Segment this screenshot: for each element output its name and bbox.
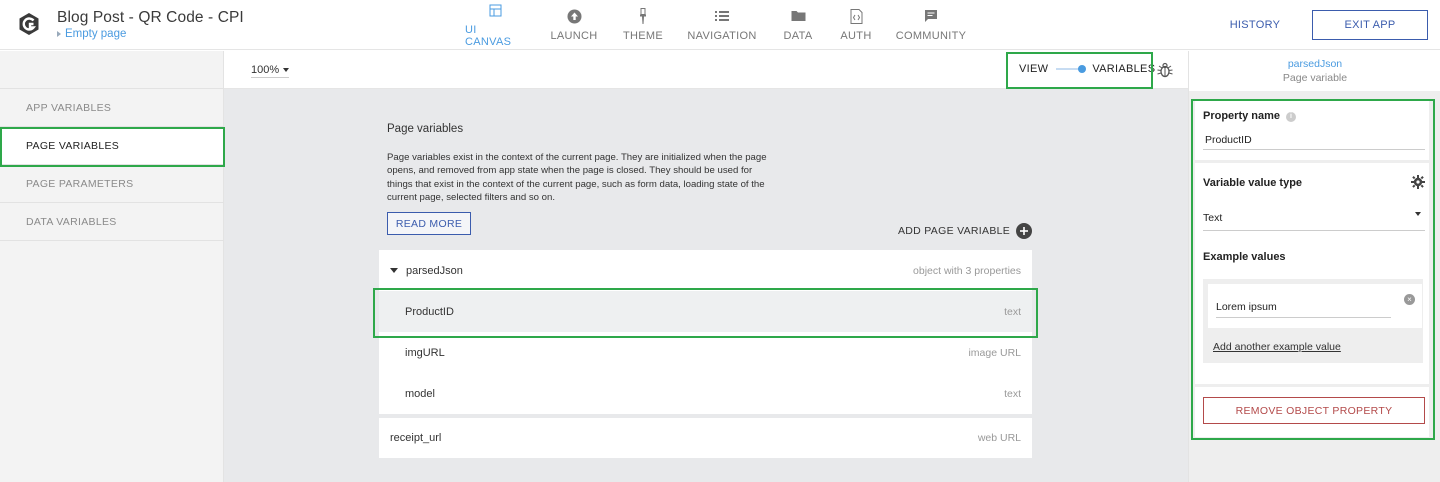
sidebar-item-data-variables[interactable]: DATA VARIABLES — [0, 203, 224, 241]
property-name-label: Property name i — [1203, 110, 1297, 122]
variables-sidebar: APP VARIABLES PAGE VARIABLES PAGE PARAME… — [0, 51, 224, 482]
variable-name: ProductID — [405, 305, 454, 318]
gear-icon[interactable] — [1411, 175, 1425, 189]
value-type-section: Variable value type Text Example values … — [1195, 163, 1429, 384]
page-name: Empty page — [65, 28, 127, 40]
app-logo-icon[interactable] — [17, 12, 41, 36]
property-panel-header: parsedJson Page variable — [1189, 51, 1440, 91]
value-type-value: Text — [1203, 212, 1223, 224]
parent-variable-link[interactable]: parsedJson — [1189, 58, 1440, 70]
view-label: VIEW — [1019, 63, 1049, 75]
top-bar: Blog Post - QR Code - CPI Empty page UI … — [0, 0, 1440, 50]
variable-name: imgURL — [405, 346, 445, 359]
debug-bug-icon[interactable] — [1156, 61, 1174, 79]
variable-type: image URL — [968, 346, 1021, 359]
zoom-select[interactable]: 100% — [251, 64, 290, 78]
variable-row-receipt-url[interactable]: receipt_url web URL — [379, 418, 1032, 458]
variable-type: text — [1004, 387, 1021, 400]
page-variables-title: Page variables — [387, 123, 464, 135]
variable-name: receipt_url — [390, 432, 442, 444]
exit-app-button[interactable]: EXIT APP — [1312, 10, 1428, 40]
property-panel: parsedJson Page variable Property name i … — [1188, 51, 1440, 482]
toggle-knob — [1078, 65, 1087, 73]
nav-ui-canvas[interactable]: UI CANVAS — [465, 0, 525, 50]
nav-auth[interactable]: AUTH — [836, 0, 876, 50]
sidebar-item-app-variables[interactable]: APP VARIABLES — [0, 89, 224, 127]
variable-card-receipt-url: receipt_url web URL — [379, 418, 1032, 458]
read-more-button[interactable]: READ MORE — [387, 212, 471, 235]
close-icon[interactable]: × — [1404, 294, 1415, 305]
folder-icon — [790, 8, 806, 24]
example-value-item: Lorem ipsum × — [1208, 284, 1422, 328]
remove-section: REMOVE OBJECT PROPERTY — [1195, 387, 1429, 437]
nav-navigation[interactable]: NAVIGATION — [686, 0, 758, 50]
variable-row-productid[interactable]: ProductID text — [379, 291, 1032, 332]
variable-type: text — [1004, 305, 1021, 318]
brush-icon — [635, 7, 651, 24]
variable-type: object with 3 properties — [913, 264, 1021, 277]
sidebar-item-page-parameters[interactable]: PAGE PARAMETERS — [0, 165, 224, 203]
variable-card-parsedjson: parsedJson object with 3 properties Prod… — [379, 250, 1032, 414]
example-values-box: Lorem ipsum × Add another example value — [1203, 279, 1423, 363]
variable-row-model[interactable]: model text — [379, 373, 1032, 414]
example-value-input[interactable]: Lorem ipsum — [1216, 301, 1391, 318]
canvas-toolbar: 100% VIEW VARIABLES — [224, 51, 1188, 89]
code-file-icon — [848, 8, 864, 24]
property-name-section: Property name i ProductID — [1195, 101, 1429, 160]
variable-row-parsedjson[interactable]: parsedJson object with 3 properties — [379, 250, 1032, 291]
nav-community[interactable]: COMMUNITY — [896, 0, 966, 50]
list-icon — [714, 8, 730, 24]
chevron-down-icon[interactable] — [390, 268, 398, 273]
parent-variable-type: Page variable — [1282, 72, 1348, 84]
add-page-variable-label: ADD PAGE VARIABLE — [898, 225, 1011, 237]
zoom-value: 100% — [251, 64, 280, 76]
variable-name: parsedJson — [406, 264, 463, 277]
view-variables-toggle[interactable]: VIEW VARIABLES — [1019, 63, 1155, 75]
plus-icon — [1016, 223, 1033, 239]
value-type-select[interactable]: Text — [1203, 212, 1425, 231]
chat-icon — [923, 8, 939, 24]
sidebar-item-page-variables[interactable]: PAGE VARIABLES — [0, 127, 224, 165]
example-values-label: Example values — [1203, 251, 1286, 263]
history-button[interactable]: HISTORY — [1220, 10, 1290, 40]
variable-type: web URL — [977, 432, 1021, 444]
info-icon[interactable]: i — [1286, 112, 1297, 122]
caret-down-icon — [1415, 212, 1421, 216]
variables-label: VARIABLES — [1092, 63, 1156, 75]
nav-theme[interactable]: THEME — [620, 0, 666, 50]
add-page-variable-button[interactable]: ADD PAGE VARIABLE — [898, 223, 1033, 239]
page-selector[interactable]: Empty page — [57, 28, 126, 40]
nav-data[interactable]: DATA — [778, 0, 818, 50]
nav-launch[interactable]: LAUNCH — [549, 0, 599, 50]
remove-object-property-button[interactable]: REMOVE OBJECT PROPERTY — [1203, 397, 1425, 424]
launch-icon — [566, 8, 582, 24]
value-type-label: Variable value type — [1203, 177, 1303, 189]
variable-name: model — [405, 387, 435, 400]
toggle-switch[interactable] — [1056, 65, 1087, 73]
canvas-icon — [487, 2, 503, 18]
caret-down-icon — [283, 68, 290, 72]
caret-right-icon — [57, 31, 61, 37]
app-title: Blog Post - QR Code - CPI — [57, 9, 244, 26]
ui-canvas: Page variables Page variables exist in t… — [224, 89, 1188, 482]
add-example-value-link[interactable]: Add another example value — [1213, 341, 1341, 353]
variable-row-imgurl[interactable]: imgURL image URL — [379, 332, 1032, 373]
page-variables-description: Page variables exist in the context of t… — [387, 152, 767, 204]
property-name-input[interactable]: ProductID — [1203, 134, 1425, 150]
